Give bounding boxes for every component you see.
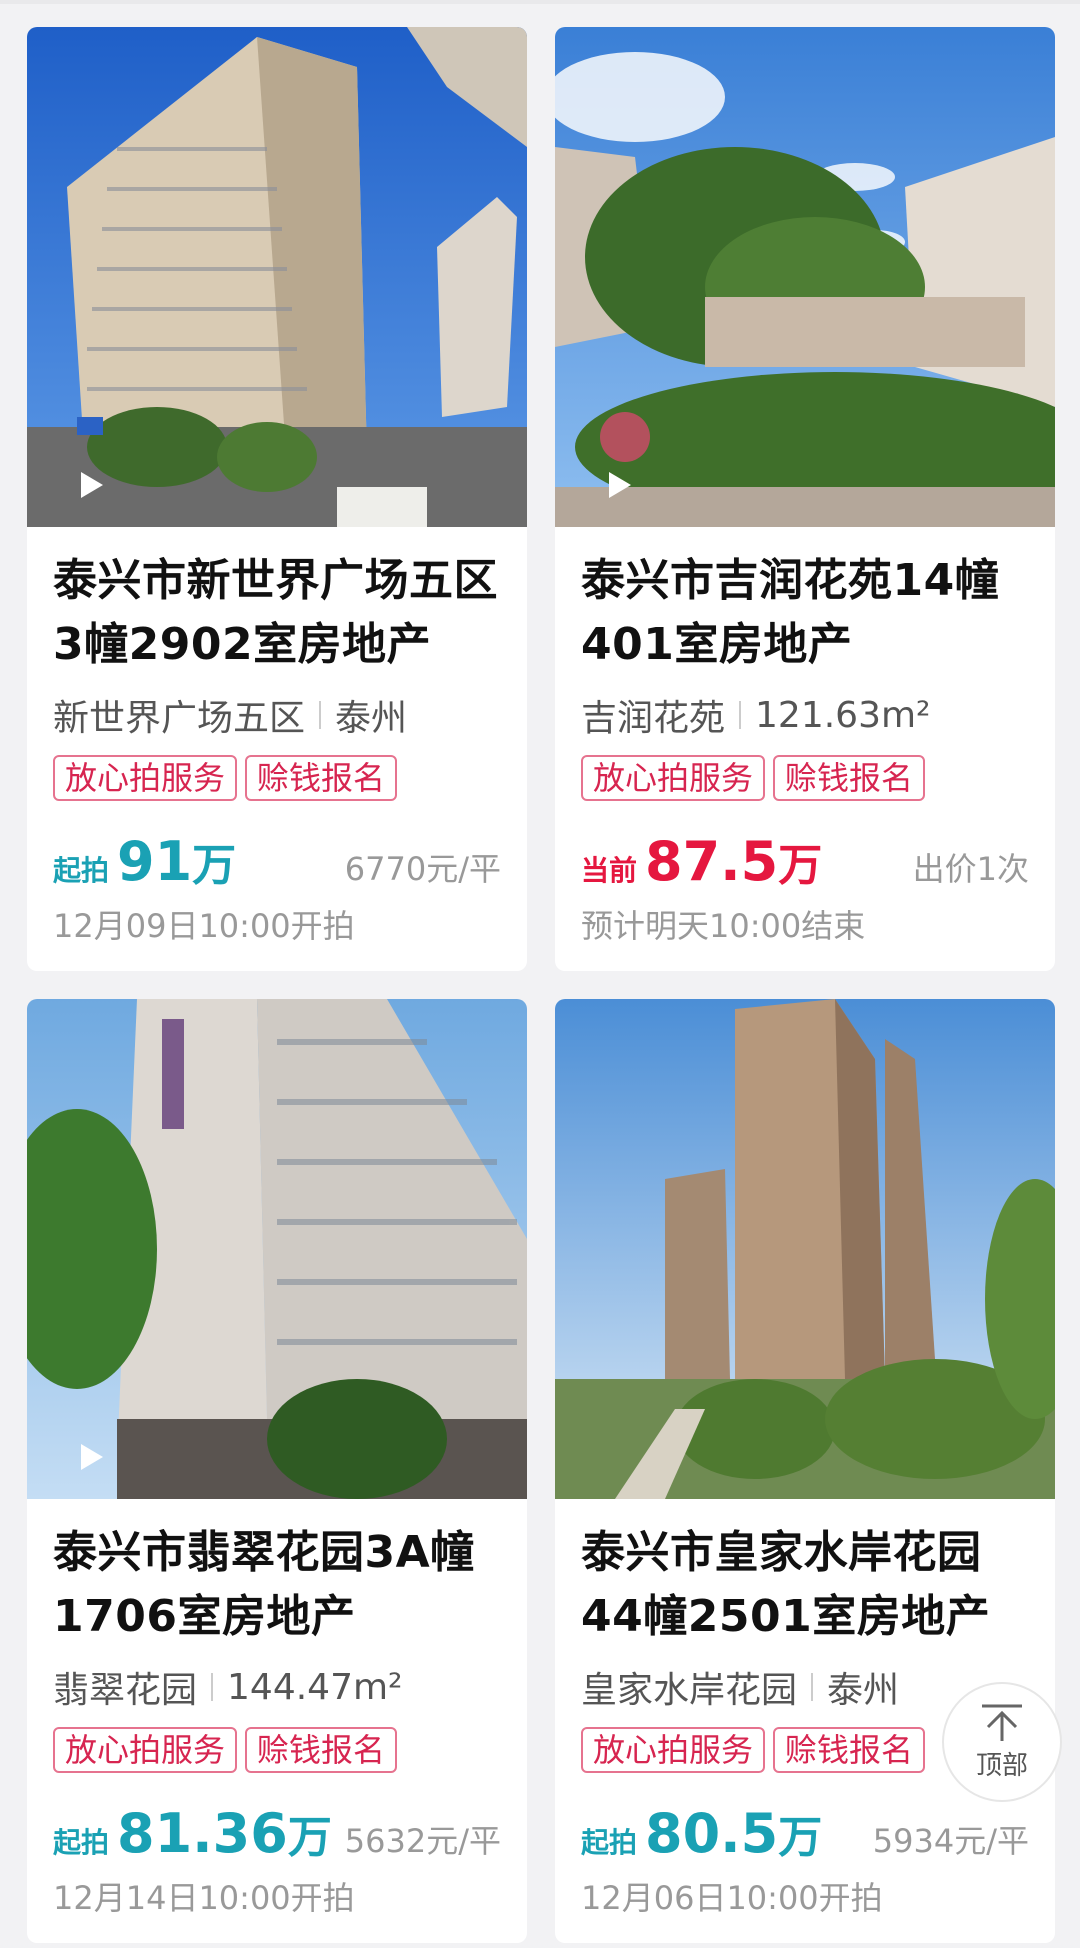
- apartment-photo-image: [27, 999, 527, 1499]
- listing-info: 泰兴市新世界广场五区3幢2902室房地产 新世界广场五区 泰州 放心拍服务 赊钱…: [27, 527, 527, 971]
- tag-service: 放心拍服务: [581, 755, 766, 801]
- community-name: 新世界广场五区: [53, 698, 306, 739]
- listing-title[interactable]: 泰兴市翡翠花园3A幢1706室房地产: [53, 1521, 501, 1649]
- price-unit: 万: [287, 1812, 332, 1863]
- auction-time: 12月14日10:00开拍: [53, 1879, 355, 1917]
- listing-meta: 吉润花苑 121.63m²: [581, 691, 1029, 740]
- tag-service: 放心拍服务: [53, 755, 238, 801]
- listing-photo[interactable]: [555, 999, 1055, 1499]
- price: 起拍 80.5 万: [581, 1801, 822, 1865]
- listing-grid: 泰兴市新世界广场五区3幢2902室房地产 新世界广场五区 泰州 放心拍服务 赊钱…: [27, 27, 1055, 1943]
- price: 起拍 91 万: [53, 829, 236, 893]
- listing-detail: 121.63m²: [755, 694, 931, 736]
- listing-card[interactable]: 泰兴市翡翠花园3A幢1706室房地产 翡翠花园 144.47m² 放心拍服务 赊…: [27, 999, 527, 1943]
- divider: [0, 0, 1080, 4]
- back-to-top-label: 顶部: [975, 1750, 1028, 1781]
- price-label: 当前: [581, 854, 638, 887]
- listing-info: 泰兴市吉润花苑14幢401室房地产 吉润花苑 121.63m² 放心拍服务 赊钱…: [555, 527, 1055, 971]
- tag-service: 放心拍服务: [53, 1727, 238, 1773]
- listing-title[interactable]: 泰兴市吉润花苑14幢401室房地产: [581, 549, 1029, 677]
- tag-row: 放心拍服务 赊钱报名: [53, 1727, 501, 1773]
- unit-price: 5632元/平: [344, 1822, 501, 1860]
- arrow-up-icon: [982, 1704, 1022, 1741]
- divider: [211, 1673, 214, 1701]
- listing-detail: 144.47m²: [227, 1666, 403, 1708]
- listing-title[interactable]: 泰兴市皇家水岸花园44幢2501室房地产: [581, 1521, 1029, 1649]
- listing-detail: 泰州: [335, 698, 408, 739]
- tag-row: 放心拍服务 赊钱报名: [581, 755, 1029, 801]
- price-value: 80.5: [645, 1802, 779, 1865]
- community-name: 皇家水岸花园: [581, 1670, 798, 1711]
- bid-count: 出价1次: [912, 850, 1029, 888]
- price-label: 起拍: [581, 1826, 638, 1859]
- tag-service: 放心拍服务: [581, 1727, 766, 1773]
- play-icon[interactable]: [75, 1441, 107, 1473]
- price-value: 81.36: [117, 1802, 288, 1865]
- listing-photo[interactable]: [555, 27, 1055, 527]
- price-unit: 万: [192, 840, 237, 891]
- divider: [811, 1673, 814, 1701]
- price-value: 87.5: [645, 830, 779, 893]
- listing-meta: 翡翠花园 144.47m²: [53, 1663, 501, 1712]
- tag-row: 放心拍服务 赊钱报名: [53, 755, 501, 801]
- listing-card[interactable]: 泰兴市吉润花苑14幢401室房地产 吉润花苑 121.63m² 放心拍服务 赊钱…: [555, 27, 1055, 971]
- divider: [319, 701, 322, 729]
- price-value: 91: [117, 830, 193, 893]
- price: 当前 87.5 万: [581, 829, 822, 893]
- garden-photo-image: [555, 27, 1055, 527]
- tower-photo-image: [27, 27, 527, 527]
- listing-meta: 新世界广场五区 泰州: [53, 691, 501, 739]
- listing-title[interactable]: 泰兴市新世界广场五区3幢2902室房地产: [53, 549, 501, 677]
- tag-credit-signup: 赊钱报名: [245, 1727, 398, 1773]
- community-name: 翡翠花园: [53, 1670, 198, 1711]
- auction-time: 预计明天10:00结束: [581, 907, 866, 945]
- back-to-top-button[interactable]: 顶部: [942, 1682, 1062, 1802]
- listing-photo[interactable]: [27, 999, 527, 1499]
- listing-card[interactable]: 泰兴市皇家水岸花园44幢2501室房地产 皇家水岸花园 泰州 放心拍服务 赊钱报…: [555, 999, 1055, 1943]
- unit-price: 5934元/平: [872, 1822, 1029, 1860]
- price-row: 起拍 81.36 万 5632元/平: [53, 1801, 501, 1865]
- price-label: 起拍: [53, 854, 110, 887]
- price-row: 当前 87.5 万 出价1次: [581, 829, 1029, 893]
- price-unit: 万: [778, 840, 823, 891]
- community-name: 吉润花苑: [581, 698, 726, 739]
- listing-card[interactable]: 泰兴市新世界广场五区3幢2902室房地产 新世界广场五区 泰州 放心拍服务 赊钱…: [27, 27, 527, 971]
- auction-time: 12月09日10:00开拍: [53, 907, 355, 945]
- listing-detail: 泰州: [827, 1670, 900, 1711]
- divider: [739, 701, 742, 729]
- listing-info: 泰兴市翡翠花园3A幢1706室房地产 翡翠花园 144.47m² 放心拍服务 赊…: [27, 1499, 527, 1943]
- tag-credit-signup: 赊钱报名: [245, 755, 398, 801]
- play-icon[interactable]: [75, 469, 107, 501]
- price: 起拍 81.36 万: [53, 1801, 332, 1865]
- tag-credit-signup: 赊钱报名: [773, 1727, 926, 1773]
- price-row: 起拍 80.5 万 5934元/平: [581, 1801, 1029, 1865]
- price-label: 起拍: [53, 1826, 110, 1859]
- highrise-photo-image: [555, 999, 1055, 1499]
- play-icon[interactable]: [603, 469, 635, 501]
- price-row: 起拍 91 万 6770元/平: [53, 829, 501, 893]
- listing-photo[interactable]: [27, 27, 527, 527]
- price-unit: 万: [778, 1812, 823, 1863]
- tag-credit-signup: 赊钱报名: [773, 755, 926, 801]
- auction-time: 12月06日10:00开拍: [581, 1879, 883, 1917]
- auction-listing-page: 泰兴市新世界广场五区3幢2902室房地产 新世界广场五区 泰州 放心拍服务 赊钱…: [0, 0, 1080, 1948]
- unit-price: 6770元/平: [344, 850, 501, 888]
